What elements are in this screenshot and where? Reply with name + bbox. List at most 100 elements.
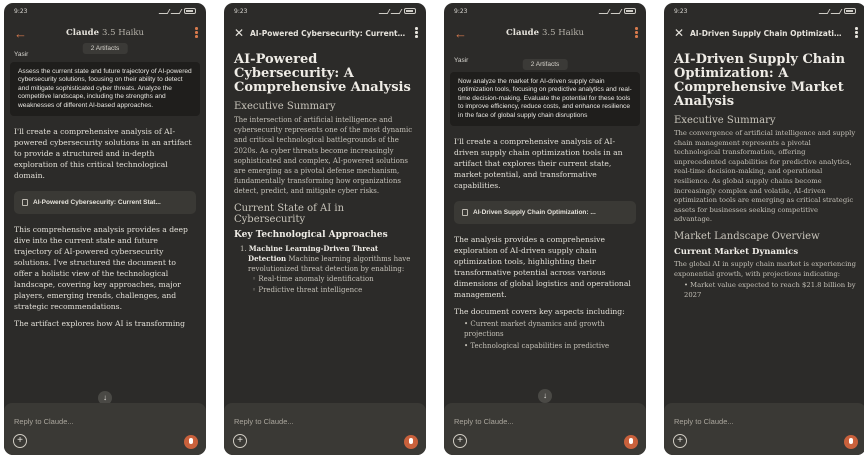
app-title: Claude [505, 28, 540, 38]
document-icon [22, 199, 28, 207]
artifact-card[interactable]: AI-Powered Cybersecurity: Current Stat..… [14, 191, 196, 215]
status-time: 9:23 [234, 7, 248, 15]
assistant-response: The analysis provides a comprehensive ex… [454, 235, 631, 300]
document-heading: AI-Driven Supply Chain Optimization: A C… [674, 52, 846, 109]
top-bar: ← Claude 3.5 Haiku [444, 19, 646, 47]
add-attachment-icon[interactable]: + [233, 434, 247, 448]
document-icon [462, 209, 468, 217]
bullet-list-item: • Technological capabilities in predicti… [464, 342, 610, 351]
bullet-text: Technological capabilities in predictive [470, 342, 610, 351]
artifact-title: AI-Driven Supply Chain Optimization: ... [690, 28, 856, 38]
subsection-heading: Key Technological Approaches [234, 229, 388, 240]
close-icon[interactable]: ✕ [674, 26, 690, 40]
reply-bar: + [444, 403, 646, 455]
section-heading: Executive Summary [234, 101, 336, 112]
add-attachment-icon[interactable]: + [13, 434, 27, 448]
sub-list-item-text: Predictive threat intelligence [258, 285, 363, 294]
wifi-icon [830, 8, 843, 14]
section-body: The intersection of artificial intellige… [234, 116, 413, 196]
subsection-heading: Current Market Dynamics [674, 246, 799, 257]
status-bar: 9:23 [4, 3, 206, 19]
reply-input[interactable] [674, 417, 856, 426]
back-arrow-icon[interactable]: ← [454, 26, 470, 41]
microphone-icon[interactable] [844, 435, 858, 449]
phone-screen-chat-supply-chain: 9:23 ← Claude 3.5 Haiku 2 Artifacts Yasi… [444, 3, 646, 455]
numbered-list-item: 1. Machine Learning-Driven Threat Detect… [234, 244, 416, 274]
battery-icon [844, 8, 856, 14]
microphone-icon[interactable] [184, 435, 198, 449]
status-icons [378, 8, 416, 14]
scroll-down-icon[interactable]: ↓ [538, 389, 552, 403]
wifi-icon [390, 8, 403, 14]
wifi-icon [610, 8, 623, 14]
list-number: 1. [240, 244, 247, 253]
battery-icon [404, 8, 416, 14]
signal-icon [598, 8, 611, 14]
top-bar: ✕ AI-Powered Cybersecurity: Current Sta.… [224, 19, 426, 47]
sub-list-item-text: Real-time anomaly identification [258, 274, 374, 283]
document-heading: AI-Powered Cybersecurity: A Comprehensiv… [234, 52, 411, 95]
phone-screen-artifact-supply-chain: 9:23 ✕ AI-Driven Supply Chain Optimizati… [664, 3, 864, 455]
more-options-icon[interactable] [415, 27, 418, 38]
bullet-list-item: • Current market dynamics and growth pro… [464, 320, 605, 339]
user-message: Assess the current state and future traj… [10, 62, 200, 117]
artifact-title: AI-Powered Cybersecurity: Current Sta... [250, 28, 416, 38]
status-icons [158, 8, 196, 14]
status-icons [598, 8, 636, 14]
back-arrow-icon[interactable]: ← [14, 26, 30, 41]
wifi-icon [170, 8, 183, 14]
artifact-card[interactable]: AI-Driven Supply Chain Optimization: ... [454, 201, 636, 225]
add-attachment-icon[interactable]: + [453, 434, 467, 448]
sub-list-item: ◦ Real-time anomaly identification [252, 274, 374, 283]
reply-bar: + [224, 403, 426, 455]
assistant-response: I'll create a comprehensive analysis of … [454, 137, 623, 191]
chat-content: Yasir Now analyze the market for AI-driv… [444, 57, 646, 351]
section-heading: Current State of AI in Cybersecurity [234, 202, 345, 225]
artifacts-badge[interactable]: 2 Artifacts [522, 59, 568, 70]
more-options-icon[interactable] [195, 27, 198, 38]
reply-bar: + [4, 403, 206, 455]
signal-icon [818, 8, 831, 14]
status-bar: 9:23 [444, 3, 646, 19]
more-options-icon[interactable] [635, 27, 638, 38]
app-title: Claude [65, 28, 100, 38]
model-name: 3.5 Haiku [101, 28, 145, 38]
sub-list-item: ◦ Predictive threat intelligence [252, 285, 363, 294]
section-heading: Market Landscape Overview [674, 230, 820, 242]
status-time: 9:23 [14, 7, 28, 15]
status-bar: 9:23 [224, 3, 426, 19]
chat-content: Yasir Assess the current state and futur… [4, 51, 206, 329]
phone-screen-chat-cybersecurity: 9:23 ← Claude 3.5 Haiku 2 Artifacts Yasi… [4, 3, 206, 455]
chat-title: Claude 3.5 Haiku [4, 28, 206, 38]
more-options-icon[interactable] [855, 27, 858, 38]
top-bar: ✕ AI-Driven Supply Chain Optimization: .… [664, 19, 864, 47]
signal-icon [378, 8, 391, 14]
artifacts-badge[interactable]: 2 Artifacts [82, 43, 128, 54]
chat-title: Claude 3.5 Haiku [444, 28, 646, 38]
phone-screen-artifact-cybersecurity: 9:23 ✕ AI-Powered Cybersecurity: Current… [224, 3, 426, 455]
artifact-card-label: AI-Powered Cybersecurity: Current Stat..… [33, 199, 161, 207]
battery-icon [624, 8, 636, 14]
microphone-icon[interactable] [624, 435, 638, 449]
bullet-list-item: • Market value expected to reach $21.8 b… [684, 281, 856, 299]
battery-icon [184, 8, 196, 14]
section-body: The global AI in supply chain market is … [674, 259, 856, 278]
user-message: Now analyze the market for AI-driven sup… [450, 72, 640, 127]
add-attachment-icon[interactable]: + [673, 434, 687, 448]
status-icons [818, 8, 856, 14]
bullet-text: Current market dynamics and growth proje… [464, 320, 605, 339]
assistant-response: The artifact explores how AI is transfor… [14, 319, 186, 329]
bullet-text: Market value expected to reach $21.8 bil… [684, 281, 856, 299]
reply-input[interactable] [454, 417, 636, 426]
close-icon[interactable]: ✕ [234, 26, 250, 40]
artifact-card-label: AI-Driven Supply Chain Optimization: ... [473, 209, 596, 217]
section-body: The convergence of artificial intelligen… [674, 129, 856, 224]
model-name: 3.5 Haiku [541, 28, 585, 38]
microphone-icon[interactable] [404, 435, 418, 449]
section-heading: Executive Summary [674, 115, 776, 126]
status-time: 9:23 [674, 7, 688, 15]
assistant-response: The document covers key aspects includin… [454, 307, 625, 317]
reply-input[interactable] [234, 417, 416, 426]
reply-input[interactable] [14, 417, 196, 426]
status-bar: 9:23 [664, 3, 864, 19]
